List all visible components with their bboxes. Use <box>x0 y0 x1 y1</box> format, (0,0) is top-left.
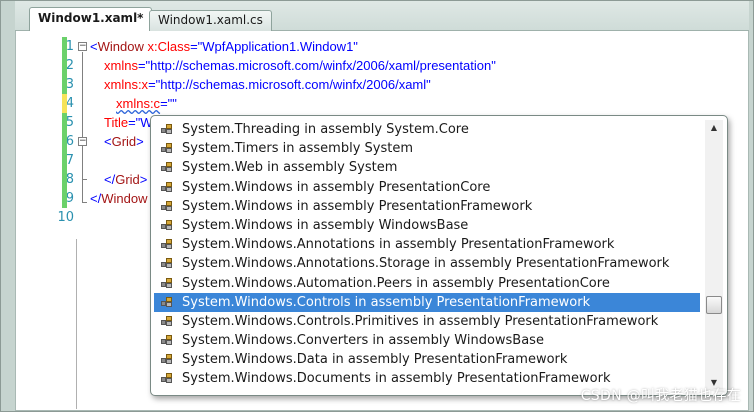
namespace-icon <box>161 354 173 365</box>
csdn-watermark: CSDN @叫我老猫也存在 <box>580 388 741 404</box>
code-line-5: Title="W <box>104 115 153 130</box>
completion-item-label: System.Threading in assembly System.Core <box>182 122 469 137</box>
window-frame: Window1.xaml* Window1.xaml.cs 1 2 3 4 5 … <box>0 0 754 412</box>
completion-item[interactable]: System.Windows.Automation.Peers in assem… <box>154 274 700 293</box>
xaml-code-editor[interactable]: 1 2 3 4 5 6 7 8 9 10 − − <Window x:Class… <box>15 31 749 411</box>
namespace-icon <box>161 296 173 308</box>
completion-item[interactable]: System.Windows.Converters in assembly Wi… <box>154 331 700 350</box>
change-marker <box>62 132 67 151</box>
completion-item[interactable]: System.Windows.Annotations in assembly P… <box>154 235 700 254</box>
completion-item-label: System.Windows.Controls.Primitives in as… <box>182 313 659 329</box>
namespace-icon <box>161 277 173 289</box>
namespace-icon <box>161 162 173 173</box>
line-number-gutter: 1 2 3 4 5 6 7 8 9 10 <box>16 31 74 409</box>
code-line-1: <Window x:Class="WpfApplication1.Window1… <box>90 39 358 54</box>
completion-items: System.Threading in assembly System.Core… <box>154 120 700 389</box>
change-marker <box>62 37 67 56</box>
namespace-icon <box>161 315 173 327</box>
change-marker <box>62 94 67 113</box>
completion-item[interactable]: System.Windows.Annotations.Storage in as… <box>154 254 700 273</box>
change-tracking-bar <box>62 31 68 409</box>
change-marker <box>62 189 67 208</box>
change-marker <box>62 113 67 132</box>
completion-item-label: System.Windows in assembly WindowsBase <box>182 217 469 233</box>
code-line-2: xmlns="http://schemas.microsoft.com/winf… <box>104 58 496 73</box>
completion-item[interactable]: System.Threading in assembly System.Core <box>154 120 700 139</box>
completion-scrollbar[interactable]: ▲ ▼ <box>705 120 723 391</box>
intellisense-completion-list[interactable]: System.Threading in assembly System.Core… <box>150 115 728 396</box>
namespace-icon <box>161 258 173 269</box>
completion-item-label: System.Windows.Converters in assembly Wi… <box>182 333 544 349</box>
collapse-window-icon[interactable]: − <box>78 42 87 51</box>
tab-window1-xaml[interactable]: Window1.xaml* <box>29 7 153 32</box>
namespace-icon <box>161 181 173 193</box>
change-marker <box>62 151 67 170</box>
scrollbar-thumb[interactable] <box>706 296 722 314</box>
namespace-icon <box>161 143 173 154</box>
completion-item[interactable]: System.Windows.Data in assembly Presenta… <box>154 350 700 369</box>
completion-item[interactable]: System.Timers in assembly System <box>154 139 700 158</box>
completion-item-label: System.Windows.Automation.Peers in assem… <box>182 275 610 291</box>
change-marker <box>62 170 67 189</box>
completion-item[interactable]: System.Windows in assembly PresentationF… <box>154 197 700 216</box>
code-line-4: xmlns:c="" <box>116 96 177 111</box>
document-tab-strip: Window1.xaml* Window1.xaml.cs <box>15 1 749 32</box>
namespace-icon <box>161 219 173 231</box>
completion-item-label: System.Windows.Data in assembly Presenta… <box>182 352 568 368</box>
completion-item[interactable]: System.Web in assembly System <box>154 158 700 177</box>
namespace-icon <box>161 373 173 384</box>
code-line-9: </Window <box>90 191 148 206</box>
namespace-icon <box>161 239 173 250</box>
code-line-3: xmlns:x="http://schemas.microsoft.com/wi… <box>104 77 431 92</box>
namespace-icon <box>161 335 173 346</box>
completion-item[interactable]: System.Windows.Controls in assembly Pres… <box>154 292 700 312</box>
change-marker <box>62 75 67 94</box>
completion-item-label: System.Windows.Annotations in assembly P… <box>182 237 615 253</box>
completion-item-label: System.Windows in assembly PresentationF… <box>182 198 533 214</box>
completion-item[interactable]: System.Windows in assembly WindowsBase <box>154 216 700 235</box>
namespace-icon <box>161 200 173 212</box>
completion-item-label: System.Windows.Controls in assembly Pres… <box>182 294 591 310</box>
collapse-grid-icon[interactable]: − <box>78 137 87 146</box>
fold-end-marker <box>82 202 87 203</box>
change-marker <box>62 56 67 75</box>
gutter-separator <box>76 239 77 409</box>
completion-item-label: System.Web in assembly System <box>182 160 398 176</box>
tab-window1-xaml-cs[interactable]: Window1.xaml.cs <box>149 10 272 31</box>
scroll-up-arrow-icon[interactable]: ▲ <box>705 120 723 136</box>
fold-end-marker <box>82 179 87 180</box>
completion-item-label: System.Timers in assembly System <box>182 141 413 157</box>
completion-item-label: System.Windows.Documents in assembly Pre… <box>182 371 611 387</box>
completion-item-label: System.Windows in assembly PresentationC… <box>182 179 491 195</box>
completion-item-label: System.Windows.Annotations.Storage in as… <box>182 256 670 272</box>
completion-item[interactable]: System.Windows in assembly PresentationC… <box>154 178 700 197</box>
namespace-icon <box>161 124 173 135</box>
code-line-8: </Grid> <box>104 172 148 187</box>
completion-item[interactable]: System.Windows.Controls.Primitives in as… <box>154 312 700 331</box>
code-line-6: <Grid> <box>104 134 144 149</box>
